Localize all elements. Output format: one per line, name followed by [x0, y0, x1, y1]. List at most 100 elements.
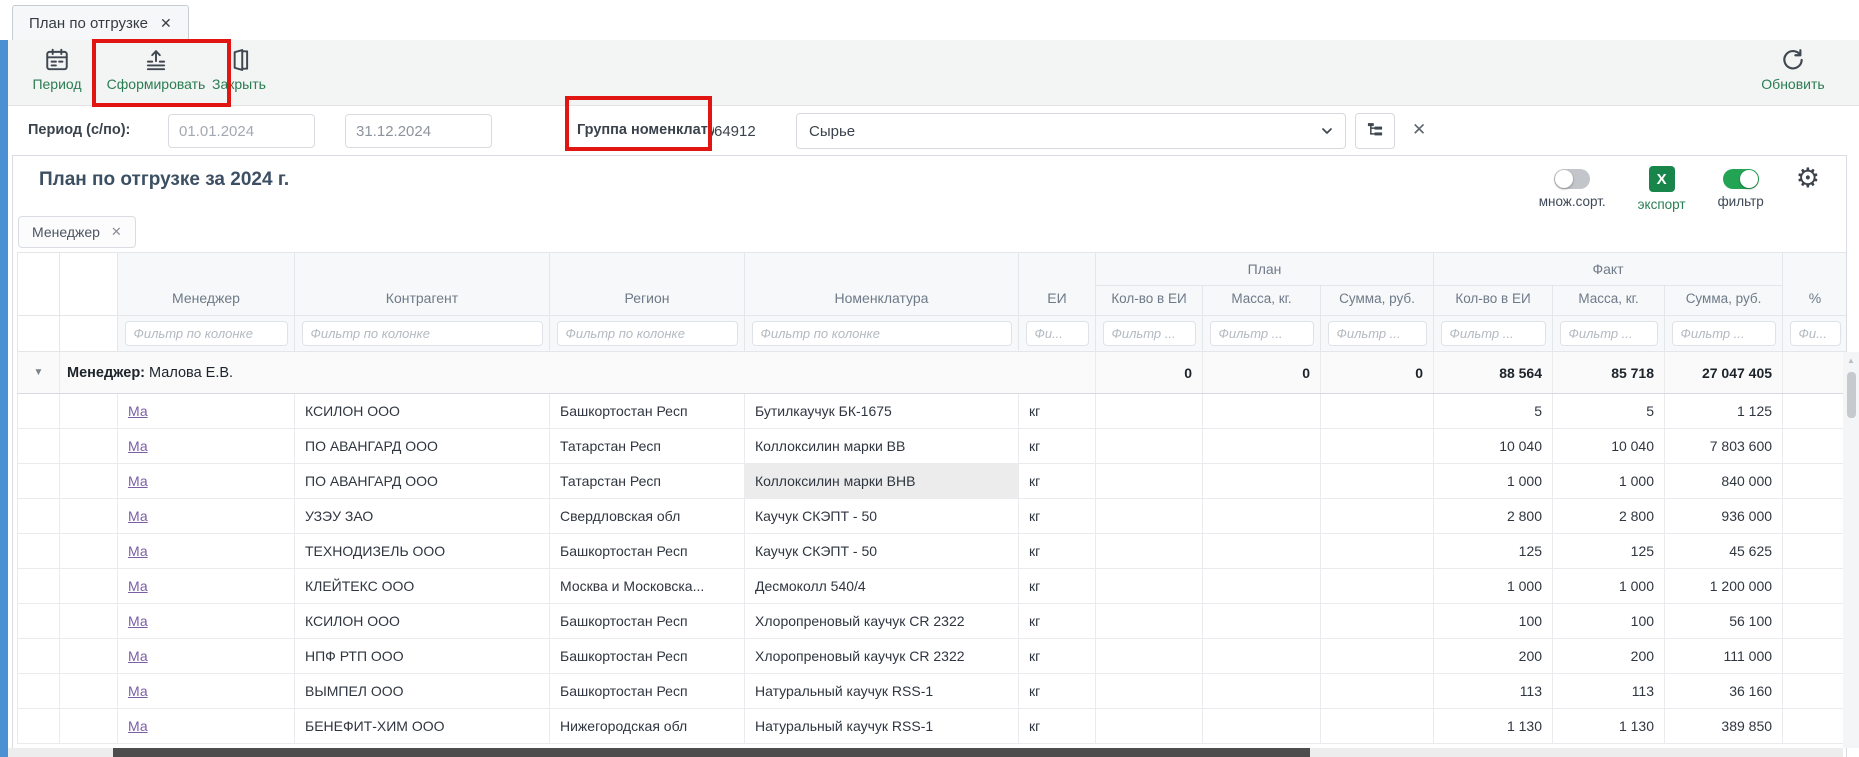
parameters-row: Период (с/по): Группа номенклатуры: Сырь…: [8, 106, 1859, 155]
tab-close-icon[interactable]: ✕: [160, 15, 172, 32]
filter-input-manager[interactable]: [125, 321, 288, 346]
cell-fact-qty: 10 040: [1434, 429, 1553, 464]
cell-contragent: ПО АВАНГАРД ООО: [295, 464, 550, 499]
table-row[interactable]: Ма КСИЛОН ООО Башкортостан Респ Хлоропре…: [18, 604, 1848, 639]
settings-gear-icon[interactable]: ⚙: [1796, 168, 1820, 190]
filter-input-fact-qty[interactable]: [1441, 321, 1546, 346]
filter-input-plan-sum[interactable]: [1328, 321, 1427, 346]
generate-button-label: Сформировать: [107, 76, 206, 92]
cell-unit: кг: [1019, 639, 1096, 674]
manager-link[interactable]: Ма: [128, 578, 148, 594]
filter-input-nomenclature[interactable]: [752, 321, 1012, 346]
table-row[interactable]: Ма УЗЭУ ЗАО Свердловская обл Каучук СКЭП…: [18, 499, 1848, 534]
cell-nomenclature: Коллоксилин марки ВНВ: [745, 464, 1019, 499]
column-header-fact-qty[interactable]: Кол-во в ЕИ: [1434, 286, 1553, 316]
filter-input-fact-sum[interactable]: [1672, 321, 1776, 346]
vertical-scrollbar[interactable]: ▲: [1843, 352, 1859, 748]
manager-link[interactable]: Ма: [128, 683, 148, 699]
scroll-up-arrow-icon[interactable]: ▲: [1843, 352, 1859, 365]
column-header-nomenclature[interactable]: Номенклатура: [745, 253, 1019, 316]
tree-icon: [1365, 121, 1385, 141]
filter-input-unit[interactable]: [1026, 321, 1089, 346]
cell-percent: [1783, 674, 1847, 709]
horizontal-scrollbar[interactable]: [8, 748, 1843, 757]
table-row[interactable]: Ма ВЫМПЕЛ ООО Башкортостан Респ Натураль…: [18, 674, 1848, 709]
column-header-unit[interactable]: ЕИ: [1019, 253, 1096, 316]
manager-link[interactable]: Ма: [128, 403, 148, 419]
group-chip-manager[interactable]: Менеджер ✕: [18, 216, 136, 248]
cell-plan-qty: [1096, 464, 1203, 499]
collapse-arrow-icon[interactable]: ▼: [18, 367, 59, 378]
date-from-input[interactable]: [168, 114, 315, 148]
vertical-scrollbar-thumb[interactable]: [1847, 372, 1856, 418]
manager-link[interactable]: Ма: [128, 648, 148, 664]
table-row[interactable]: Ма ПО АВАНГАРД ООО Татарстан Респ Коллок…: [18, 464, 1848, 499]
nomenclature-group-code-input[interactable]: [714, 114, 788, 148]
group-chip-close-icon[interactable]: ✕: [111, 224, 122, 240]
cell-plan-mass: [1203, 709, 1321, 744]
cell-fact-sum: 840 000: [1665, 464, 1783, 499]
column-header-contragent[interactable]: Контрагент: [295, 253, 550, 316]
tree-view-button[interactable]: [1355, 113, 1395, 149]
filter-input-fact-mass[interactable]: [1560, 321, 1658, 346]
cell-nomenclature: Натуральный каучук RSS-1: [745, 674, 1019, 709]
filter-input-plan-qty[interactable]: [1103, 321, 1196, 346]
table-row[interactable]: Ма ПО АВАНГАРД ООО Татарстан Респ Коллок…: [18, 429, 1848, 464]
clear-selection-icon[interactable]: ✕: [1412, 120, 1426, 140]
table-row[interactable]: Ма НПФ РТП ООО Башкортостан Респ Хлоропр…: [18, 639, 1848, 674]
cell-unit: кг: [1019, 464, 1096, 499]
table-row[interactable]: Ма КЛЕЙТЕКС ООО Москва и Московска... Де…: [18, 569, 1848, 604]
cell-unit: кг: [1019, 674, 1096, 709]
column-header-percent[interactable]: %: [1783, 253, 1847, 316]
cell-plan-sum: [1321, 639, 1434, 674]
multisort-label: множ.сорт.: [1539, 194, 1606, 209]
refresh-button[interactable]: Обновить: [1755, 47, 1831, 92]
filter-input-percent[interactable]: [1790, 321, 1841, 346]
manager-link[interactable]: Ма: [128, 508, 148, 524]
column-header-region[interactable]: Регион: [550, 253, 745, 316]
left-accent-strip: [0, 40, 8, 757]
manager-link[interactable]: Ма: [128, 718, 148, 734]
table-row[interactable]: Ма КСИЛОН ООО Башкортостан Респ Бутилкау…: [18, 394, 1848, 429]
horizontal-scrollbar-thumb[interactable]: [113, 748, 1310, 757]
close-button[interactable]: Закрыть: [208, 47, 270, 92]
cell-fact-mass: 2 800: [1553, 499, 1665, 534]
column-header-plan-mass[interactable]: Масса, кг.: [1203, 286, 1321, 316]
filter-input-region[interactable]: [557, 321, 738, 346]
cell-region: Башкортостан Респ: [550, 604, 745, 639]
cell-region: Башкортостан Респ: [550, 394, 745, 429]
column-header-manager[interactable]: Менеджер: [118, 253, 295, 316]
table-row[interactable]: Ма БЕНЕФИТ-ХИМ ООО Нижегородская обл Нат…: [18, 709, 1848, 744]
filter-toggle[interactable]: [1723, 169, 1759, 189]
cell-fact-sum: 56 100: [1665, 604, 1783, 639]
group-header-plan: План: [1096, 253, 1434, 286]
cell-fact-qty: 1 000: [1434, 464, 1553, 499]
manager-link[interactable]: Ма: [128, 543, 148, 559]
tab-plan-po-otgruzke[interactable]: План по отгрузке ✕: [12, 5, 189, 40]
cell-contragent: УЗЭУ ЗАО: [295, 499, 550, 534]
filter-input-plan-mass[interactable]: [1210, 321, 1314, 346]
column-header-fact-sum[interactable]: Сумма, руб.: [1665, 286, 1783, 316]
column-header-plan-sum[interactable]: Сумма, руб.: [1321, 286, 1434, 316]
multisort-toggle[interactable]: [1554, 169, 1590, 189]
period-button[interactable]: Период: [24, 47, 90, 92]
nomenclature-group-select[interactable]: Сырье: [796, 113, 1346, 149]
cell-unit: кг: [1019, 534, 1096, 569]
cell-unit: кг: [1019, 394, 1096, 429]
group-plan-qty: 0: [1096, 352, 1203, 394]
manager-link[interactable]: Ма: [128, 473, 148, 489]
cell-nomenclature: Каучук СКЭПТ - 50: [745, 499, 1019, 534]
cell-plan-sum: [1321, 569, 1434, 604]
manager-link[interactable]: Ма: [128, 613, 148, 629]
filter-input-contragent[interactable]: [302, 321, 543, 346]
cell-percent: [1783, 464, 1847, 499]
column-header-fact-mass[interactable]: Масса, кг.: [1553, 286, 1665, 316]
generate-button[interactable]: Сформировать: [104, 47, 208, 92]
table-row[interactable]: Ма ТЕХНОДИЗЕЛЬ ООО Башкортостан Респ Кау…: [18, 534, 1848, 569]
date-to-input[interactable]: [345, 114, 492, 148]
cell-region: Башкортостан Респ: [550, 534, 745, 569]
group-row-manager[interactable]: ▼ Менеджер: Малова Е.В. 0 0 0 88 564 85 …: [18, 352, 1848, 394]
excel-export-icon[interactable]: X: [1649, 166, 1675, 192]
column-header-plan-qty[interactable]: Кол-во в ЕИ: [1096, 286, 1203, 316]
manager-link[interactable]: Ма: [128, 438, 148, 454]
